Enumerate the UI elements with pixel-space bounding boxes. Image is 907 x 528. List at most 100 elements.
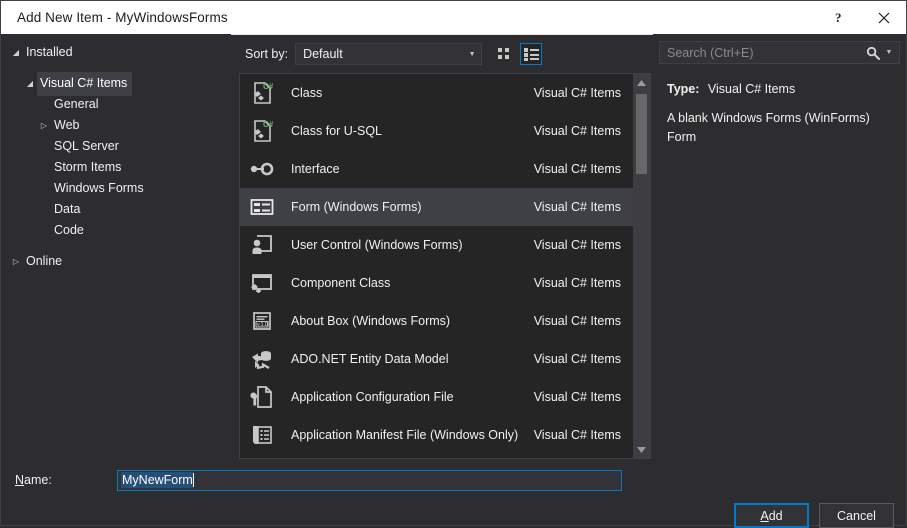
user-control-icon bbox=[247, 230, 277, 260]
dialog-body: ◢ Installed ◢ Visual C# Items General ▷ … bbox=[1, 34, 906, 459]
sort-by-dropdown[interactable]: Default ▼ bbox=[295, 43, 483, 65]
add-label-rest: dd bbox=[768, 508, 783, 523]
cancel-button[interactable]: Cancel bbox=[819, 503, 894, 528]
list-item[interactable]: v.1.0 About Box (Windows Forms) Visual C… bbox=[240, 302, 633, 340]
type-label: Type: bbox=[667, 82, 700, 96]
component-class-icon bbox=[247, 268, 277, 298]
item-name: Class bbox=[291, 86, 323, 100]
interface-icon bbox=[247, 154, 277, 184]
cancel-label: Cancel bbox=[837, 508, 876, 523]
svg-text:v.1.0: v.1.0 bbox=[257, 322, 268, 328]
item-name: Component Class bbox=[291, 276, 391, 290]
list-view-icon bbox=[523, 47, 539, 61]
svg-text:?: ? bbox=[835, 11, 842, 24]
name-label-accelerator: N bbox=[15, 473, 25, 487]
expanded-arrow-icon: ◢ bbox=[26, 79, 34, 88]
form-icon bbox=[247, 192, 277, 222]
item-name: About Box (Windows Forms) bbox=[291, 314, 451, 328]
tree-node-label: Online bbox=[26, 253, 63, 268]
button-row: Add Cancel bbox=[1, 503, 906, 528]
scroll-up-button[interactable] bbox=[633, 74, 650, 91]
item-category: Visual C# Items bbox=[533, 86, 621, 100]
tree-node-online[interactable]: ▷ Online bbox=[1, 251, 231, 272]
search-icon[interactable] bbox=[863, 46, 883, 60]
item-category: Visual C# Items bbox=[533, 162, 621, 176]
text-caret bbox=[192, 473, 194, 487]
class-icon: C# bbox=[247, 78, 277, 108]
name-input[interactable]: MyNewForm bbox=[117, 469, 622, 491]
type-value: Visual C# Items bbox=[707, 82, 796, 96]
template-description: A blank Windows Forms (WinForms) Form bbox=[667, 111, 870, 144]
add-new-item-dialog: Add New Item - MyWindowsForms ? ◢ Instal… bbox=[0, 0, 907, 528]
view-toggle-group bbox=[494, 43, 543, 65]
close-icon bbox=[878, 12, 890, 23]
app-manifest-icon bbox=[247, 420, 277, 450]
tree-node-general[interactable]: General bbox=[1, 94, 231, 115]
template-type-row: Type: Visual C# Items bbox=[667, 80, 896, 99]
item-templates-list[interactable]: C# Class Visual C# Items C# Class for U-… bbox=[239, 73, 651, 459]
question-mark-icon: ? bbox=[835, 11, 842, 24]
item-name: Class for U-SQL bbox=[291, 124, 382, 138]
help-button[interactable]: ? bbox=[818, 2, 862, 34]
dialog-footer: Name: MyNewForm Add Cancel bbox=[1, 459, 906, 528]
list-item-form-windows-forms[interactable]: Form (Windows Forms) Visual C# Items bbox=[240, 188, 633, 226]
item-name: Application Manifest File (Windows Only) bbox=[291, 428, 519, 442]
scroll-down-button[interactable] bbox=[633, 441, 650, 458]
list-item[interactable]: User Control (Windows Forms) Visual C# I… bbox=[240, 226, 633, 264]
list-scrollbar[interactable] bbox=[633, 74, 650, 458]
name-label: Name: bbox=[1, 473, 117, 487]
ado-net-icon bbox=[247, 344, 277, 374]
expanded-arrow-icon: ◢ bbox=[12, 48, 20, 57]
tree-node-label: Code bbox=[54, 222, 84, 237]
list-item[interactable]: C# Class Visual C# Items bbox=[240, 74, 633, 112]
tree-node-installed[interactable]: ◢ Installed bbox=[1, 42, 231, 63]
grid-view-icon bbox=[497, 47, 509, 59]
item-category: Visual C# Items bbox=[533, 238, 621, 252]
add-button[interactable]: Add bbox=[734, 503, 809, 528]
sort-by-label: Sort by: bbox=[245, 47, 289, 61]
name-label-rest: ame: bbox=[24, 473, 52, 487]
add-accelerator: A bbox=[760, 508, 769, 523]
tree-node-visual-csharp-items[interactable]: ◢ Visual C# Items bbox=[1, 71, 231, 96]
svg-text:C#: C# bbox=[263, 82, 274, 91]
item-category: Visual C# Items bbox=[533, 428, 621, 442]
item-category: Visual C# Items bbox=[533, 352, 621, 366]
class-icon: C# bbox=[247, 116, 277, 146]
item-category: Visual C# Items bbox=[533, 314, 621, 328]
tree-node-web[interactable]: ▷ Web bbox=[1, 115, 231, 136]
item-category: Visual C# Items bbox=[533, 390, 621, 404]
close-button[interactable] bbox=[862, 2, 906, 34]
title-bar: Add New Item - MyWindowsForms ? bbox=[1, 1, 906, 35]
tree-node-code[interactable]: Code bbox=[1, 220, 231, 241]
item-category: Visual C# Items bbox=[533, 200, 621, 214]
chevron-down-icon: ▼ bbox=[468, 50, 476, 58]
item-category: Visual C# Items bbox=[533, 276, 621, 290]
search-input[interactable] bbox=[660, 44, 863, 61]
search-dropdown-icon[interactable]: ▼ bbox=[883, 49, 899, 56]
collapsed-arrow-icon: ▷ bbox=[40, 121, 48, 130]
svg-text:C#: C# bbox=[263, 120, 274, 129]
scroll-thumb[interactable] bbox=[636, 94, 647, 174]
list-item[interactable]: Application Manifest File (Windows Only)… bbox=[240, 416, 633, 454]
list-item[interactable]: Component Class Visual C# Items bbox=[240, 264, 633, 302]
grid-view-button[interactable] bbox=[494, 43, 517, 65]
item-category: Visual C# Items bbox=[533, 124, 621, 138]
item-name: ADO.NET Entity Data Model bbox=[291, 352, 449, 366]
list-item[interactable]: ADO.NET Entity Data Model Visual C# Item… bbox=[240, 340, 633, 378]
tree-node-windows-forms[interactable]: Windows Forms bbox=[1, 178, 231, 199]
sort-toolbar: Sort by: Default ▼ bbox=[245, 41, 651, 67]
list-item[interactable]: Interface Visual C# Items bbox=[240, 150, 633, 188]
list-item[interactable]: C# Class for U-SQL Visual C# Items bbox=[240, 112, 633, 150]
item-name: User Control (Windows Forms) bbox=[291, 238, 463, 252]
list-item[interactable]: Application Configuration File Visual C#… bbox=[240, 378, 633, 416]
scroll-track[interactable] bbox=[633, 91, 650, 441]
search-box[interactable]: ▼ bbox=[659, 41, 900, 64]
tree-node-data[interactable]: Data bbox=[1, 199, 231, 220]
tree-node-sql-server[interactable]: SQL Server bbox=[1, 136, 231, 157]
sort-by-value: Default bbox=[303, 47, 343, 61]
collapsed-arrow-icon: ▷ bbox=[12, 257, 20, 266]
name-input-value: MyNewForm bbox=[121, 472, 193, 488]
items-panel: Sort by: Default ▼ C# Class Visual C# It… bbox=[239, 34, 651, 459]
tree-node-storm-items[interactable]: Storm Items bbox=[1, 157, 231, 178]
list-view-button[interactable] bbox=[520, 43, 543, 65]
